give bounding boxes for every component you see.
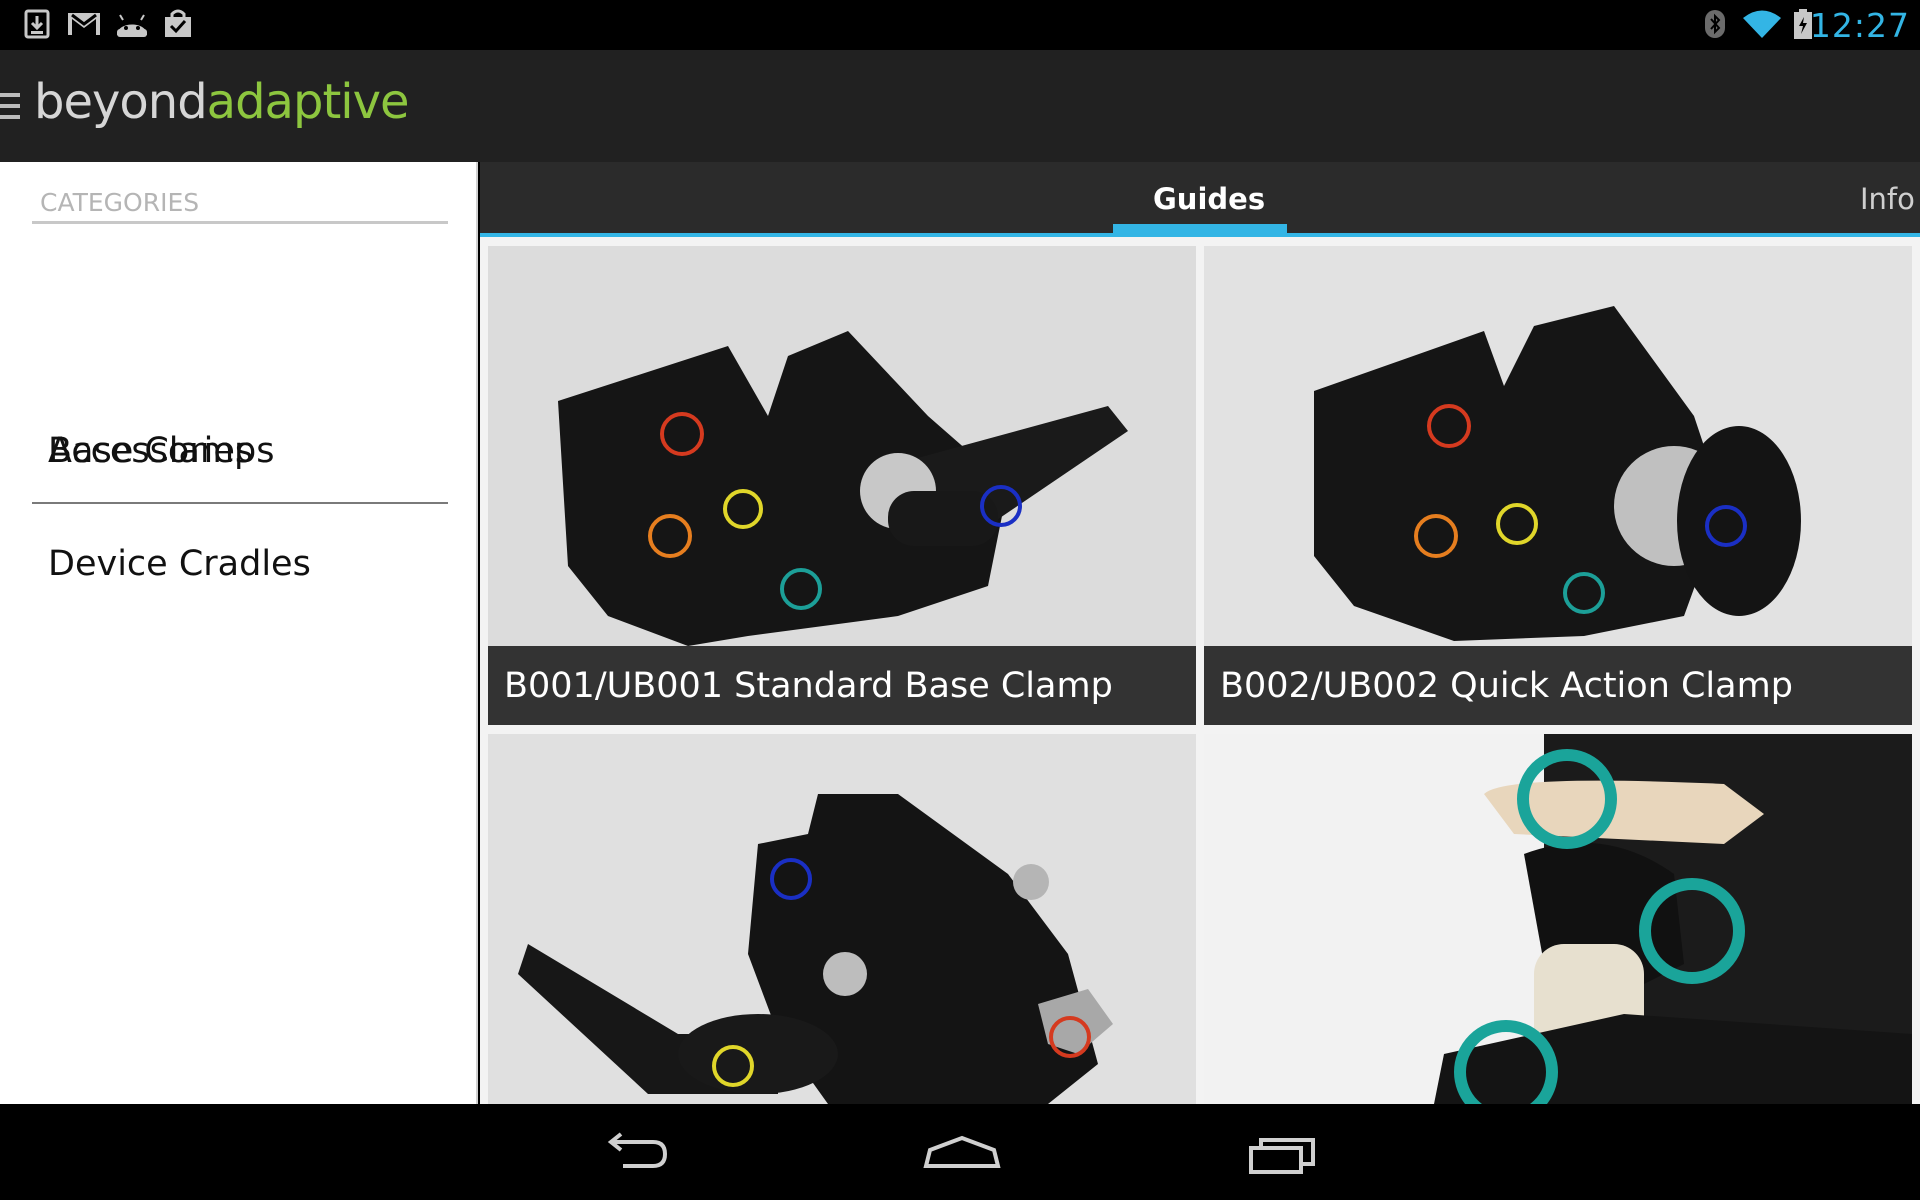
- guide-card-title: B002/UB002 Quick Action Clamp: [1220, 666, 1793, 706]
- tab-guides[interactable]: Guides: [1153, 182, 1265, 216]
- guide-card-caption: B002/UB002 Quick Action Clamp: [1204, 646, 1912, 725]
- guide-card-4[interactable]: [1204, 734, 1912, 1104]
- shopping-bag-icon: [165, 9, 191, 37]
- cradle-photo: [1204, 734, 1912, 1104]
- download-icon: [24, 9, 50, 39]
- android-icon: [117, 14, 147, 37]
- sidebar-item-label: Device Cradles: [48, 544, 311, 584]
- clock: 12:27: [1809, 6, 1910, 45]
- sidebar-item-base-clamps[interactable]: Base Clamps: [32, 391, 448, 504]
- home-icon[interactable]: [920, 1126, 1004, 1178]
- app-logo[interactable]: beyondadaptive: [34, 74, 410, 130]
- tab-bar: Guides Info: [480, 162, 1920, 237]
- gmail-icon: [68, 13, 100, 35]
- sidebar-item-label: Base Clamps: [48, 431, 275, 471]
- guide-card-3[interactable]: [488, 734, 1196, 1104]
- sidebar-item-device-cradles[interactable]: Device Cradles: [32, 504, 448, 617]
- categories-header-label: CATEGORIES: [40, 188, 200, 217]
- guide-card-standard-base-clamp[interactable]: B001/UB001 Standard Base Clamp: [488, 246, 1196, 725]
- tab-indicator: [1113, 224, 1287, 234]
- logo-text-adaptive: adaptive: [206, 74, 410, 130]
- categories-sidebar: CATEGORIES Accessories Base Clamps Devic…: [0, 162, 478, 1104]
- wifi-icon: [1743, 10, 1781, 38]
- clamp-photo: [488, 734, 1196, 1104]
- guide-card-title: B001/UB001 Standard Base Clamp: [504, 666, 1113, 706]
- recent-apps-icon[interactable]: [1245, 1126, 1321, 1178]
- back-icon[interactable]: [595, 1126, 675, 1178]
- menu-icon[interactable]: [0, 93, 22, 121]
- guide-card-caption: B001/UB001 Standard Base Clamp: [488, 646, 1196, 725]
- categories-header: CATEGORIES: [32, 178, 448, 224]
- logo-text-beyond: beyond: [34, 74, 208, 130]
- guides-content: Guides Info B001/UB001 Standard Base Cla…: [480, 162, 1920, 1104]
- guide-card-quick-action-clamp[interactable]: B002/UB002 Quick Action Clamp: [1204, 246, 1912, 725]
- action-bar: beyondadaptive: [0, 50, 1920, 162]
- bluetooth-icon: [1705, 10, 1725, 38]
- status-bar: 12:27: [0, 0, 1920, 50]
- tab-info[interactable]: Info: [1860, 182, 1915, 216]
- navigation-bar: [0, 1104, 1920, 1200]
